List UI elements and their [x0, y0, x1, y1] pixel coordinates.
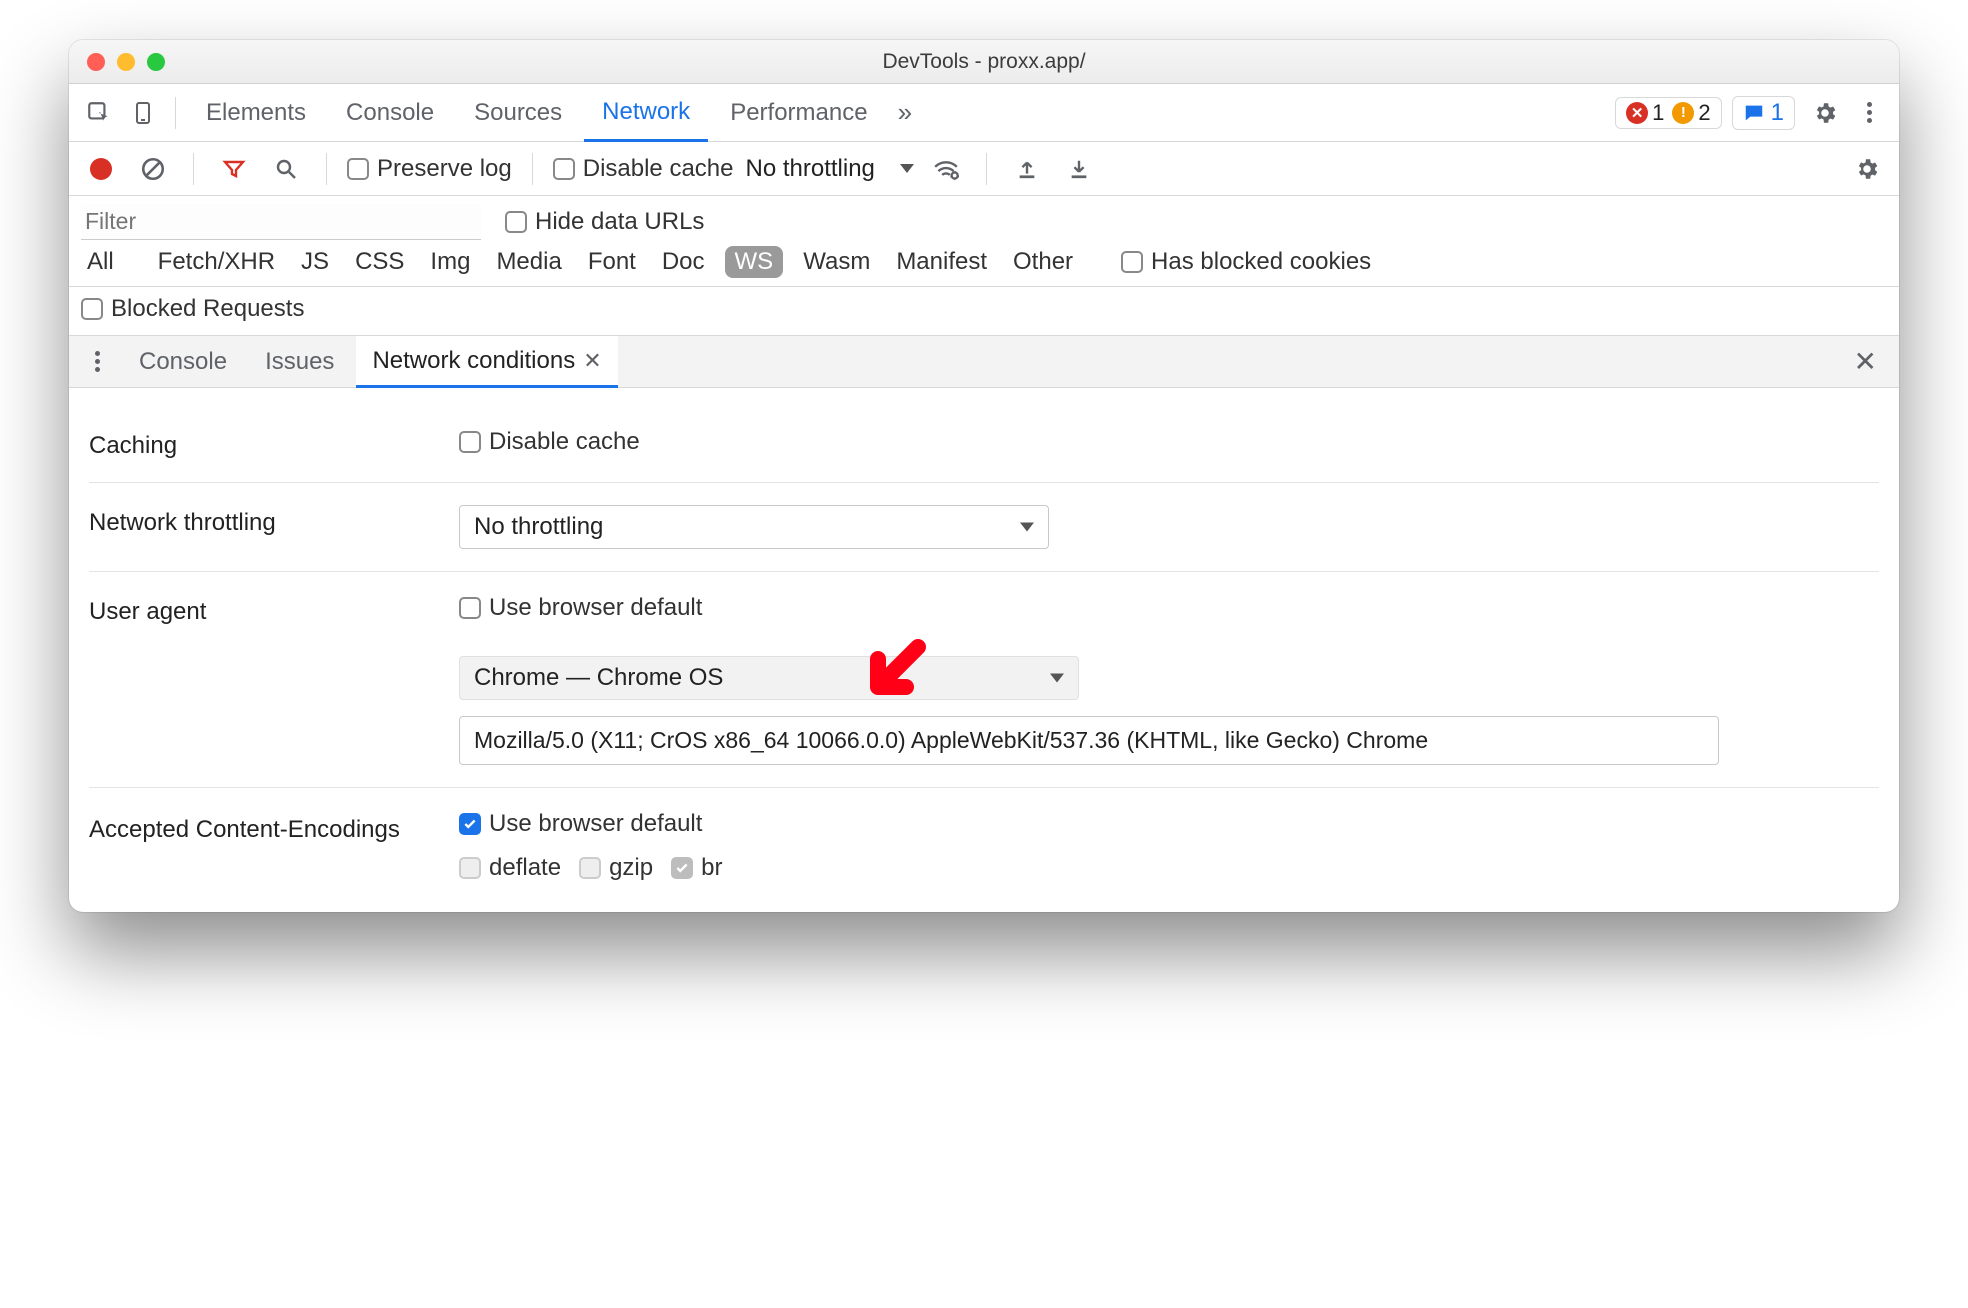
- drawer-tab-strip: Console Issues Network conditions ✕ ✕: [69, 336, 1899, 388]
- filter-input[interactable]: [81, 204, 481, 240]
- chip-fetchxhr[interactable]: Fetch/XHR: [152, 246, 281, 278]
- user-agent-row: User agent Use browser default Chrome — …: [89, 572, 1879, 788]
- filter-row: Hide data URLs: [69, 196, 1899, 240]
- drawer-more-icon[interactable]: [77, 342, 117, 382]
- chip-all[interactable]: All: [81, 246, 120, 278]
- separator: [193, 153, 194, 185]
- hide-data-urls-checkbox[interactable]: Hide data URLs: [505, 208, 704, 236]
- tab-network[interactable]: Network: [584, 84, 708, 142]
- separator: [326, 153, 327, 185]
- encodings-row: Accepted Content-Encodings Use browser d…: [89, 788, 1879, 882]
- error-count: ✕1: [1626, 100, 1664, 126]
- throttling-row: Network throttling No throttling: [89, 483, 1879, 572]
- chip-other[interactable]: Other: [1007, 246, 1079, 278]
- caching-row: Caching Disable cache: [89, 406, 1879, 483]
- issues-counter[interactable]: 1: [1732, 96, 1795, 130]
- throttling-label: Network throttling: [89, 505, 459, 537]
- clear-icon[interactable]: [133, 149, 173, 189]
- tabs-overflow-button[interactable]: »: [890, 84, 920, 142]
- chip-media[interactable]: Media: [490, 246, 567, 278]
- enc-deflate-checkbox[interactable]: deflate: [459, 854, 561, 882]
- main-tab-strip: Elements Console Sources Network Perform…: [69, 84, 1899, 142]
- titlebar: DevTools - proxx.app/: [69, 40, 1899, 84]
- caching-label: Caching: [89, 428, 459, 460]
- enc-default-checkbox[interactable]: Use browser default: [459, 810, 702, 838]
- network-settings-icon[interactable]: [1847, 149, 1887, 189]
- blocked-requests-checkbox[interactable]: Blocked Requests: [81, 295, 304, 323]
- separator: [986, 153, 987, 185]
- enc-br-checkbox[interactable]: br: [671, 854, 722, 882]
- user-agent-label: User agent: [89, 594, 459, 626]
- console-counters[interactable]: ✕1 !2: [1615, 97, 1722, 129]
- ua-dropdown[interactable]: Chrome — Chrome OS: [459, 656, 1079, 700]
- drawer-tab-issues[interactable]: Issues: [249, 336, 350, 388]
- record-button[interactable]: [81, 149, 121, 189]
- drawer-tab-network-conditions[interactable]: Network conditions ✕: [356, 336, 617, 388]
- network-conditions-panel: Caching Disable cache Network throttling…: [69, 388, 1899, 912]
- encodings-options: deflate gzip br: [459, 854, 722, 882]
- throttling-dropdown[interactable]: No throttling: [459, 505, 1049, 549]
- close-tab-icon[interactable]: ✕: [583, 348, 601, 374]
- preserve-log-checkbox[interactable]: Preserve log: [347, 155, 512, 183]
- filter-icon[interactable]: [214, 149, 254, 189]
- network-toolbar: Preserve log Disable cache No throttling: [69, 142, 1899, 196]
- chip-js[interactable]: JS: [295, 246, 335, 278]
- window-title: DevTools - proxx.app/: [69, 50, 1899, 74]
- caching-disable-checkbox[interactable]: Disable cache: [459, 428, 640, 456]
- chip-img[interactable]: Img: [424, 246, 476, 278]
- chip-ws[interactable]: WS: [725, 246, 784, 278]
- tab-sources[interactable]: Sources: [456, 84, 580, 142]
- device-toolbar-icon[interactable]: [123, 93, 163, 133]
- inspect-icon[interactable]: [79, 93, 119, 133]
- warning-count: !2: [1672, 100, 1710, 126]
- chip-font[interactable]: Font: [582, 246, 642, 278]
- blocked-requests-row: Blocked Requests: [69, 287, 1899, 336]
- disable-cache-checkbox[interactable]: Disable cache: [553, 155, 734, 183]
- search-icon[interactable]: [266, 149, 306, 189]
- export-har-icon[interactable]: [1059, 149, 1099, 189]
- ua-default-checkbox[interactable]: Use browser default: [459, 594, 702, 622]
- tab-console[interactable]: Console: [328, 84, 452, 142]
- annotation-arrow-icon: [850, 635, 930, 715]
- encodings-label: Accepted Content-Encodings: [89, 810, 459, 845]
- separator: [175, 97, 176, 129]
- enc-gzip-checkbox[interactable]: gzip: [579, 854, 653, 882]
- settings-icon[interactable]: [1805, 93, 1845, 133]
- drawer-close-icon[interactable]: ✕: [1840, 345, 1891, 378]
- chip-doc[interactable]: Doc: [656, 246, 711, 278]
- chip-css[interactable]: CSS: [349, 246, 410, 278]
- drawer-tab-console[interactable]: Console: [123, 336, 243, 388]
- has-blocked-cookies-checkbox[interactable]: Has blocked cookies: [1121, 248, 1371, 276]
- ua-string-input[interactable]: [459, 716, 1719, 765]
- type-filter-chips: All Fetch/XHR JS CSS Img Media Font Doc …: [69, 240, 1899, 287]
- import-har-icon[interactable]: [1007, 149, 1047, 189]
- tab-elements[interactable]: Elements: [188, 84, 324, 142]
- tab-performance[interactable]: Performance: [712, 84, 885, 142]
- throttling-select[interactable]: No throttling: [745, 155, 914, 183]
- devtools-window: DevTools - proxx.app/ Elements Console S…: [69, 40, 1899, 912]
- network-conditions-icon[interactable]: [926, 149, 966, 189]
- more-icon[interactable]: [1849, 93, 1889, 133]
- chip-wasm[interactable]: Wasm: [797, 246, 876, 278]
- chip-manifest[interactable]: Manifest: [890, 246, 993, 278]
- separator: [532, 153, 533, 185]
